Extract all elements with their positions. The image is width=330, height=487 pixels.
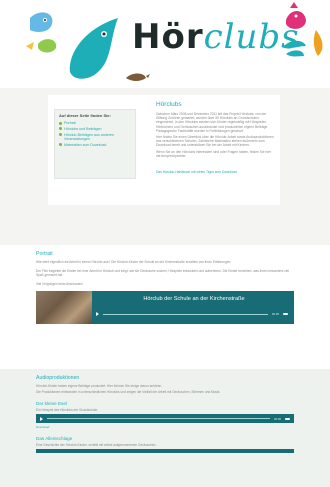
intro-paragraph: Wenn Sie an den Hörclubs interessiert si… (156, 149, 272, 158)
audio-item-title: Das Alleinschlage (36, 436, 73, 441)
audio-player[interactable] (36, 449, 294, 453)
bullet-icon (59, 121, 62, 125)
audio-paragraph: Die Produktionen entstanden in unterschi… (36, 390, 221, 394)
subnav-item-label: Hörclubs und Beiträgen (64, 126, 102, 131)
intro-body: Hörclubs Zwischen März 2008 und Dezember… (156, 101, 276, 178)
subnav-item-hoerclubs[interactable]: Hörclubs und Beiträgen (59, 127, 131, 131)
site-header: Hörclubs (0, 0, 330, 88)
subnav-item-other-events[interactable]: Hörclub-Beiträgen aus anderen Veranstalt… (59, 133, 131, 142)
handbook-download-link[interactable]: Das Hörclub-Handbuch mit vielen Tipps zu… (156, 170, 237, 174)
audio-item-desc: Eine Geschichte der Hörclub-Kinder, erzä… (36, 443, 157, 447)
audio-time: 00:00 (274, 416, 281, 421)
logo-text-teal: clubs (203, 17, 300, 57)
site-logo[interactable]: Hörclubs (132, 20, 300, 54)
play-icon[interactable] (40, 416, 43, 421)
bullet-icon (59, 127, 62, 131)
audio-paragraph: Hörclub-Kinder haben eigene Beiträge pro… (36, 384, 163, 388)
intro-paragraph: Hier finden Sie einen Überblick über die… (156, 135, 274, 148)
bullet-icon (59, 143, 62, 147)
page-title: Hörclubs (156, 101, 182, 108)
subnav-item-portrait[interactable]: Portrait (59, 121, 131, 125)
green-creature-icon (38, 39, 57, 53)
audio-item-title: Der kleine Esel (36, 401, 67, 406)
intro-paragraph: Zwischen März 2008 und Dezember 2011 lie… (156, 112, 269, 133)
video-time: 00:00 (272, 312, 279, 316)
audio-player[interactable]: 00:00 (36, 414, 294, 423)
video-controls: 00:00 (96, 311, 288, 317)
volume-icon[interactable] (283, 313, 288, 315)
subnav-item-downloads[interactable]: Materialien zum Download (59, 143, 131, 147)
orange-flame-icon (313, 30, 323, 56)
brown-bird-icon (126, 73, 146, 81)
portrait-title: Portrait (36, 251, 53, 257)
portrait-paragraph: Viel Vergnügen beim Anschauen! (36, 282, 83, 286)
download-link[interactable]: Download (36, 425, 49, 429)
video-title: Hörclub der Schule an der Kirchenstraße (143, 296, 245, 302)
logo-text-black: Hör (132, 17, 204, 57)
subnav-item-label: Portrait (64, 121, 76, 125)
video-thumbnail (36, 291, 92, 324)
subnav-item-label: Materialien zum Download (64, 142, 107, 147)
audio-title: Audioproduktionen (36, 375, 80, 381)
intro-panel: Auf dieser Seite finden Sie: Portrait Hö… (48, 95, 280, 205)
portrait-paragraph: Wie sieht eigentlich die Arbeit in einem… (36, 260, 232, 264)
audio-progress-track[interactable] (47, 418, 270, 419)
subnav-item-label: Hörclub-Beiträgen aus anderen Veranstalt… (64, 132, 114, 141)
bullet-icon (59, 133, 62, 137)
video-player[interactable]: Hörclub der Schule an der Kirchenstraße … (36, 291, 294, 324)
blue-bird-icon (30, 12, 53, 32)
volume-icon[interactable] (285, 417, 290, 420)
subnav-title: Auf dieser Seite finden Sie: (59, 113, 111, 118)
play-icon[interactable] (96, 312, 99, 316)
portrait-paragraph: Der Film begleitet die Kinder bei ihrer … (36, 269, 290, 278)
page-subnav: Auf dieser Seite finden Sie: Portrait Hö… (54, 109, 136, 179)
video-progress-track[interactable] (103, 313, 268, 315)
teal-drop-icon (69, 18, 118, 79)
audio-item-desc: Ein Hörspiel des Hörclubs der Grundschul… (36, 408, 99, 412)
